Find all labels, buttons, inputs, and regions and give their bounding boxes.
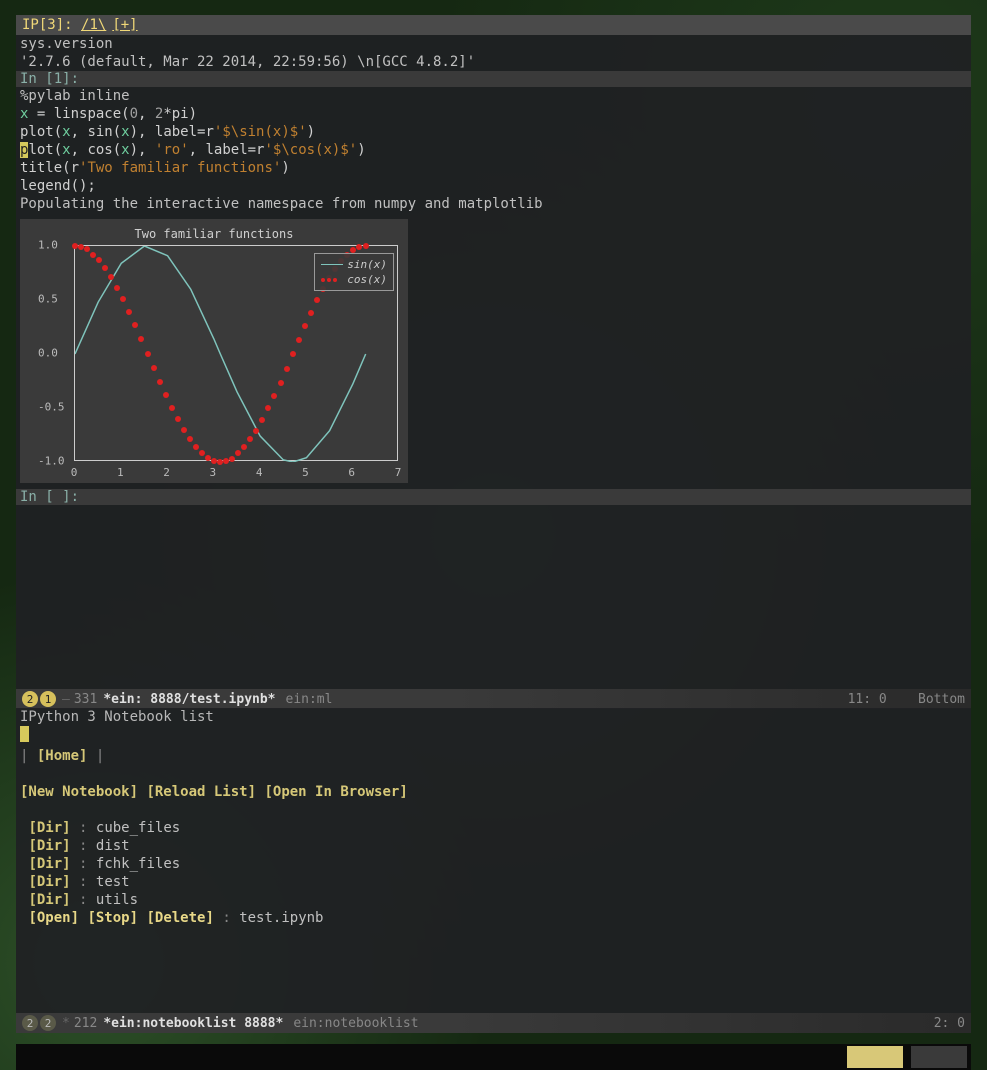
major-mode: ein:notebooklist	[293, 1016, 418, 1031]
chart-output: Two familiar functions sin(x) cos(x) -1.…	[20, 219, 408, 483]
tab-add[interactable]: [+]	[112, 17, 137, 33]
cell-2-code[interactable]	[16, 505, 971, 523]
dir-name[interactable]: dist	[96, 838, 130, 854]
dir-name[interactable]: utils	[96, 892, 138, 908]
new-notebook-button[interactable]: [New Notebook]	[20, 784, 138, 800]
buffer-name: *ein:notebooklist 8888*	[103, 1016, 283, 1031]
tab-bar: IP[3]: /1\ [+]	[16, 15, 971, 35]
open-file-button[interactable]: [Open]	[28, 910, 79, 926]
cursor	[20, 726, 29, 742]
dir-button[interactable]: [Dir]	[28, 838, 70, 854]
cell-1-code[interactable]: %pylab inline x = linspace(0, 2*pi) plot…	[16, 87, 971, 213]
badge-workspace[interactable]: 2	[22, 1015, 38, 1031]
home-button[interactable]: [Home]	[37, 748, 88, 764]
chart-legend: sin(x) cos(x)	[314, 253, 394, 291]
tab-current[interactable]: /1\	[81, 17, 106, 33]
modeline-top: 2 1 — 331 *ein: 8888/test.ipynb* ein:ml …	[16, 689, 971, 709]
stop-file-button[interactable]: [Stop]	[87, 910, 138, 926]
cell-2-prompt: In [ ]:	[16, 489, 971, 505]
cell-0-output: sys.version '2.7.6 (default, Mar 22 2014…	[16, 35, 971, 71]
dir-button[interactable]: [Dir]	[28, 874, 70, 890]
badge-buffer[interactable]: 1	[40, 691, 56, 707]
reload-list-button[interactable]: [Reload List]	[146, 784, 256, 800]
notebook-pane[interactable]: IP[3]: /1\ [+] sys.version '2.7.6 (defaul…	[16, 15, 971, 689]
notebooklist-pane[interactable]: IPython 3 Notebook list | [Home] | [New …	[16, 708, 971, 1013]
buffer-name: *ein: 8888/test.ipynb*	[103, 692, 275, 707]
chart-title: Two familiar functions	[24, 223, 404, 241]
nb-list-title: IPython 3 Notebook list	[20, 708, 967, 726]
taskbar	[16, 1044, 971, 1070]
badge-workspace[interactable]: 2	[22, 691, 38, 707]
dir-name[interactable]: test	[96, 874, 130, 890]
cell-1-prompt: In [1]:	[16, 71, 971, 87]
dir-button[interactable]: [Dir]	[28, 892, 70, 908]
delete-file-button[interactable]: [Delete]	[146, 910, 213, 926]
dir-name[interactable]: cube_files	[96, 820, 180, 836]
tray-item[interactable]	[911, 1046, 967, 1068]
dir-name[interactable]: fchk_files	[96, 856, 180, 872]
dir-button[interactable]: [Dir]	[28, 820, 70, 836]
file-name[interactable]: test.ipynb	[239, 910, 323, 926]
major-mode: ein:ml	[286, 692, 333, 707]
tray-item[interactable]	[847, 1046, 903, 1068]
open-browser-button[interactable]: [Open In Browser]	[264, 784, 407, 800]
modeline-bottom: 2 2 * 212 *ein:notebooklist 8888* ein:no…	[16, 1013, 971, 1033]
badge-buffer[interactable]: 2	[40, 1015, 56, 1031]
dir-button[interactable]: [Dir]	[28, 856, 70, 872]
tab-prefix: IP[3]:	[22, 17, 81, 33]
